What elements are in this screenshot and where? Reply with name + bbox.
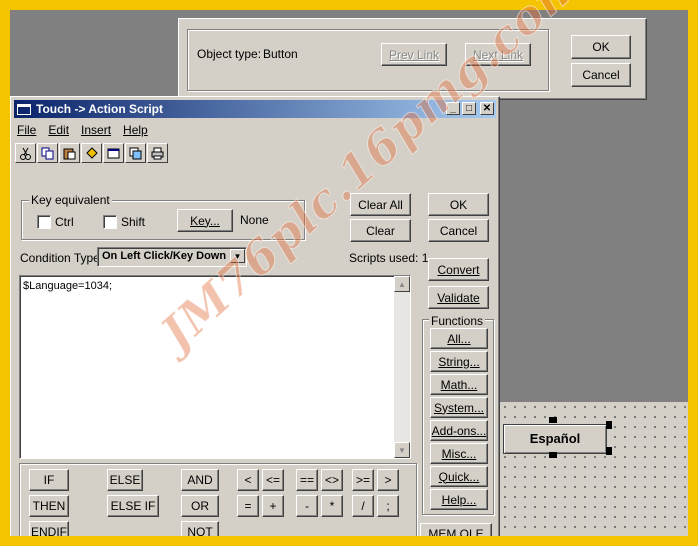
functions-label: Functions [429,314,486,328]
convert-button[interactable]: Convert [428,258,489,281]
operator-eq-button[interactable]: == [296,469,318,491]
validate-button[interactable]: Validate [428,286,489,309]
operator-gt-button[interactable]: > [377,469,399,491]
title-bar: Touch -> Action Script _ □ ✕ [14,100,496,118]
cut-icon[interactable] [15,143,36,163]
object-properties-panel: Object type: Button Prev Link Next Link … [178,18,647,100]
highlighter-icon[interactable] [81,143,102,163]
selection-handle[interactable] [606,447,612,455]
function-all-button[interactable]: All... [430,328,488,349]
operator-plus-button[interactable]: + [262,495,284,517]
maximize-button[interactable]: □ [462,102,476,115]
key-equivalent-label: Key equivalent [29,193,112,207]
keyword-endif-button[interactable]: ENDIF [29,521,69,536]
condition-type-label: Condition Type: [20,251,104,265]
paste-icon[interactable] [59,143,80,163]
keyword-else-button[interactable]: ELSE [107,469,143,491]
menu-insert[interactable]: Insert [81,123,111,137]
object-type-label: Object type: [197,47,262,61]
keyword-or-button[interactable]: OR [181,495,219,517]
keyword-if-button[interactable]: IF [29,469,69,491]
operator-minus-button[interactable]: - [296,495,318,517]
object-cancel-button[interactable]: Cancel [571,63,631,87]
next-link-label: Next Link [472,47,524,62]
operator-assign-button[interactable]: = [237,495,259,517]
menu-edit[interactable]: Edit [48,123,69,137]
function-misc-button[interactable]: Misc... [430,443,488,464]
operator-divide-button[interactable]: / [352,495,374,517]
script-text: $Language=1034; [23,280,113,292]
espanol-label: Español [529,431,581,446]
condition-type-select[interactable]: On Left Click/Key Down ▼ [97,247,247,267]
shift-checkbox[interactable] [103,215,117,229]
window-icon[interactable] [103,143,124,163]
menu-help[interactable]: Help [123,123,148,137]
chevron-down-icon[interactable]: ▼ [230,249,245,263]
function-string-button[interactable]: String... [430,351,488,372]
next-link-button[interactable]: Next Link [465,43,531,66]
keyword-else-if-button[interactable]: ELSE IF [107,495,159,517]
ctrl-label: Ctrl [55,215,74,229]
shift-label: Shift [121,215,146,229]
convert-icon[interactable] [125,143,146,163]
prev-link-button[interactable]: Prev Link [381,43,447,66]
script-cancel-button[interactable]: Cancel [428,219,489,242]
selection-handle[interactable] [549,452,557,458]
window-icon [17,103,31,115]
menu-file[interactable]: File [17,123,36,137]
outer-frame: Object type: Button Prev Link Next Link … [0,0,698,546]
script-editor[interactable]: $Language=1034; ▲ ▼ [19,275,411,459]
validate-label: Validate [437,290,480,305]
object-type-value: Button [263,47,298,61]
ctrl-checkbox[interactable] [37,215,51,229]
copy-icon[interactable] [37,143,58,163]
key-value: None [240,213,269,227]
function-quick-button[interactable]: Quick... [430,466,488,487]
function-help-button[interactable]: Help... [430,489,488,510]
operator-ge-button[interactable]: >= [352,469,374,491]
menu-bar: File Edit Insert Help [17,123,160,137]
vertical-scrollbar[interactable]: ▲ ▼ [394,276,410,458]
scripts-used: Scripts used: 1 [349,251,429,265]
window-title: Touch -> Action Script [36,102,164,116]
selection-handle[interactable] [606,421,612,429]
toolbar [15,143,185,165]
minimize-button[interactable]: _ [446,102,460,115]
condition-type-value: On Left Click/Key Down [102,250,227,262]
clear-all-button[interactable]: Clear All [350,193,411,216]
convert-label: Convert [437,262,480,277]
operator-le-button[interactable]: <= [262,469,284,491]
design-grid [500,402,688,536]
clear-button[interactable]: Clear [350,219,411,242]
close-button[interactable]: ✕ [480,102,494,115]
object-ok-button[interactable]: OK [571,35,631,59]
key-button-label: Key... [190,213,220,228]
operator-lt-button[interactable]: < [237,469,259,491]
operator-ne-button[interactable]: <> [321,469,343,491]
selection-handle[interactable] [549,417,557,423]
key-button[interactable]: Key... [177,209,233,232]
function-addons-button[interactable]: Add-ons... [430,420,488,441]
scroll-down-icon[interactable]: ▼ [394,442,410,458]
operator-multiply-button[interactable]: * [321,495,343,517]
mem-ole-button[interactable]: MEM OLE [420,523,492,536]
espanol-canvas-button[interactable]: Español [503,424,607,454]
editor-canvas: Object type: Button Prev Link Next Link … [10,10,688,536]
operator-semicolon-button[interactable]: ; [377,495,399,517]
script-ok-button[interactable]: OK [428,193,489,216]
print-icon[interactable] [147,143,168,163]
keyword-not-button[interactable]: NOT [181,521,219,536]
action-script-window: Touch -> Action Script _ □ ✕ File Edit Ins… [10,96,500,536]
keyword-then-button[interactable]: THEN [29,495,69,517]
function-system-button[interactable]: System... [430,397,488,418]
function-math-button[interactable]: Math... [430,374,488,395]
scroll-up-icon[interactable]: ▲ [394,276,410,292]
prev-link-label: Prev Link [388,47,440,62]
keyword-and-button[interactable]: AND [181,469,219,491]
